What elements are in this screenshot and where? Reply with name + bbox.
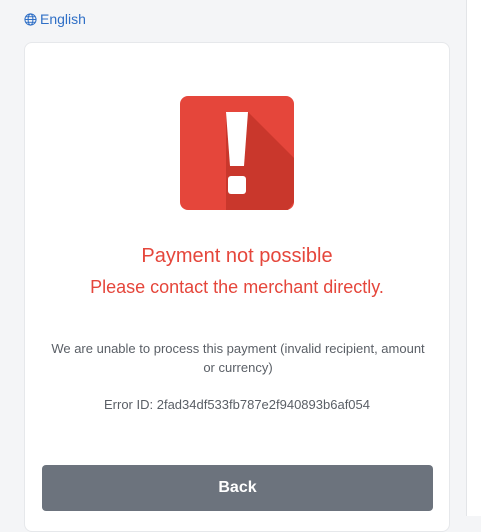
language-selector[interactable]: English xyxy=(24,11,86,27)
window-edge xyxy=(466,0,481,516)
globe-icon xyxy=(24,12,37,26)
error-id: Error ID: 2fad34df533fb787e2f940893b6af0… xyxy=(104,397,370,412)
error-subtitle: Please contact the merchant directly. xyxy=(90,277,384,297)
language-label: English xyxy=(40,11,86,27)
exclamation-icon xyxy=(180,96,294,210)
error-card: Payment not possible Please contact the … xyxy=(24,42,450,532)
error-message: We are unable to process this payment (i… xyxy=(51,341,425,375)
back-button[interactable]: Back xyxy=(42,465,433,511)
error-title: Payment not possible xyxy=(141,245,333,267)
